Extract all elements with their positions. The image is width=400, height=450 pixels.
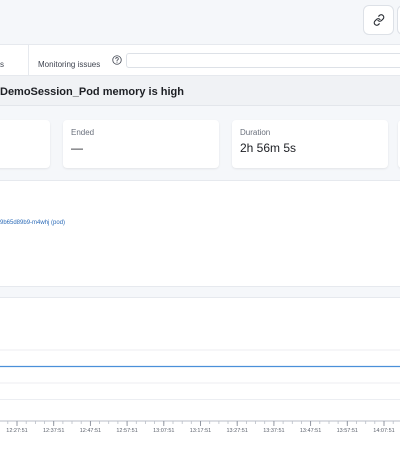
metric-chart-panel: 12:27:51 12:37:51 12:47:51 12:57:51 13:07:51… (0, 297, 400, 450)
stat-card-ended: Ended — (63, 120, 219, 168)
x-tick-label: 12:37:51 (43, 428, 64, 434)
tab-previous[interactable]: s (0, 60, 4, 69)
stat-label: Ended (71, 128, 95, 137)
affected-entities-panel: 9b65d89b9-m4whj (pod) (0, 180, 400, 287)
x-tick-label: 13:07:51 (153, 428, 174, 434)
link-icon (373, 14, 384, 26)
x-tick-label: 13:47:51 (300, 428, 321, 434)
question-circle-icon[interactable] (112, 55, 122, 65)
stat-label: Duration (240, 128, 271, 137)
copy-link-button[interactable] (363, 5, 394, 35)
x-tick-label: 13:37:51 (263, 428, 284, 434)
x-tick-label: 13:27:51 (226, 428, 247, 434)
monitoring-issues-field[interactable] (126, 53, 400, 68)
x-tick-label: 14:07:51 (373, 428, 394, 434)
tab-monitoring-issues[interactable]: Monitoring issues (38, 60, 100, 69)
title-bar: DemoSession_Pod memory is high (0, 76, 400, 106)
problem-detail-page: s Monitoring issues DemoSession_Pod memo… (0, 0, 400, 450)
entity-link[interactable]: 9b65d89b9-m4whj (pod) (0, 220, 65, 226)
stat-card-duration: Duration 2h 56m 5s (232, 120, 388, 168)
x-tick-label: 12:47:51 (80, 428, 101, 434)
x-tick-label: 12:27:51 (6, 428, 27, 434)
stat-value: — (71, 141, 83, 155)
x-tick-label: 13:17:51 (190, 428, 211, 434)
top-toolbar (0, 0, 400, 44)
page-title: DemoSession_Pod memory is high (0, 86, 184, 98)
memory-chart: 12:27:51 12:37:51 12:47:51 12:57:51 13:07:51… (0, 349, 400, 434)
tab-divider (28, 45, 29, 76)
x-tick-label: 13:57:51 (337, 428, 358, 434)
stat-value: 2h 56m 5s (240, 141, 297, 155)
x-tick-label: 12:57:51 (116, 428, 137, 434)
stat-card-started (0, 120, 50, 168)
tabs-bar: s Monitoring issues (0, 44, 400, 76)
